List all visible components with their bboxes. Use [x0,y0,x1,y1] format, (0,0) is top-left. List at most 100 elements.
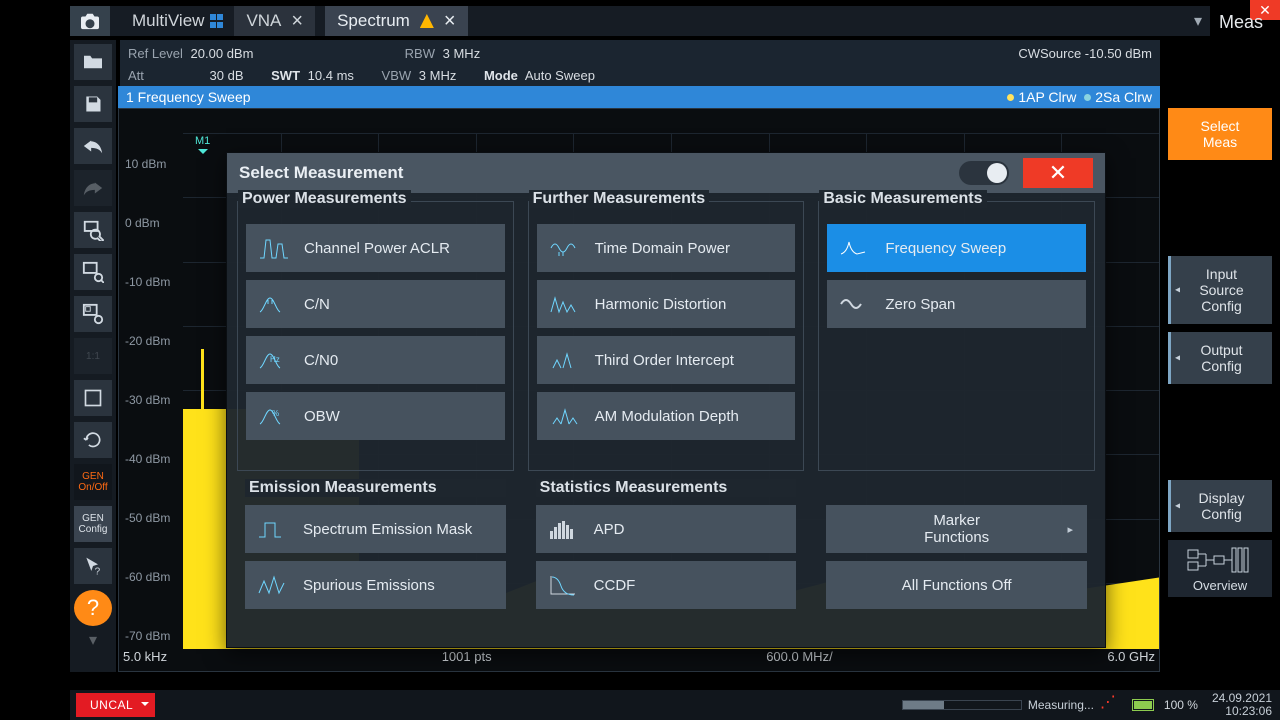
screenshot-button[interactable] [70,6,110,36]
display-config-button[interactable]: ◂Display Config [1168,480,1272,532]
item-ccdf[interactable]: CCDF [536,561,797,609]
trace1-label: 1AP Clrw [1018,89,1076,105]
tab-vna-label: VNA [246,11,281,31]
parameter-bar: Ref Level 20.00 dBm RBW 3 MHz Att 30 dB … [120,40,1160,86]
status-bar: UNCAL Measuring... ⋰ 100 % 24.09.202110:… [70,690,1280,720]
trace-legend: 1AP Clrw 2Sa Clrw [1007,89,1152,105]
item-spurious-emissions[interactable]: Spurious Emissions [245,561,506,609]
group-power-measurements: Power Measurements Channel Power ACLR C/… [237,201,514,471]
group-emission-title: Emission Measurements [245,479,506,497]
tab-spectrum[interactable]: Spectrum × [325,6,467,36]
multiview-grid-icon[interactable] [210,14,224,28]
uncal-indicator[interactable]: UNCAL [76,693,155,717]
mode-value[interactable]: Auto Sweep [525,68,595,83]
harm-icon [547,290,581,318]
mode-label: Mode [484,68,518,83]
item-harmonic-distortion[interactable]: Harmonic Distortion [537,280,796,328]
item-marker-functions[interactable]: Marker Functions▸ [826,505,1087,553]
dialog-pin-toggle[interactable] [959,161,1009,185]
x-stop: 6.0 GHz [1107,649,1155,667]
zoom-magnify-button[interactable] [74,212,112,248]
pointer-help-button[interactable]: ? [74,548,112,584]
select-meas-button[interactable]: Select Meas [1168,108,1272,160]
item-cn0[interactable]: HzC/N0 [246,336,505,384]
input-source-config-button[interactable]: ◂Input Source Config [1168,256,1272,324]
x-start: 5.0 kHz [123,649,167,667]
output-config-button[interactable]: ◂Output Config [1168,332,1272,384]
swt-label: SWT [271,68,300,83]
ref-level-value[interactable]: 20.00 dBm [191,46,254,61]
group-further-measurements: Further Measurements Time Domain Power H… [528,201,805,471]
gen-config-button[interactable]: GEN Config [74,506,112,542]
multiview-label[interactable]: MultiView [120,11,210,31]
zoom-1to1-button[interactable]: 1:1 [74,338,112,374]
group-stats-title: Statistics Measurements [536,479,797,497]
item-all-functions-off[interactable]: All Functions Off [826,561,1087,609]
measuring-progress [902,700,1022,710]
x-axis: 5.0 kHz 1001 pts 600.0 MHz/ 6.0 GHz [123,649,1155,667]
obw-icon: % [256,402,290,430]
warning-icon [420,14,434,28]
sem-icon [255,515,289,543]
item-frequency-sweep[interactable]: Frequency Sweep [827,224,1086,272]
overview-icon [1186,546,1254,574]
y-axis-ticks: 10 dBm0 dBm -10 dBm-20 dBm -30 dBm-40 dB… [125,157,181,643]
tab-vna[interactable]: VNA × [234,6,315,36]
marker-flag[interactable]: M1 [195,135,210,159]
submenu-arrow-icon: ▸ [1067,523,1073,536]
help-icon[interactable]: ? [74,590,112,626]
tab-spectrum-close-icon[interactable]: × [444,10,456,33]
group-further-title: Further Measurements [529,190,710,208]
rail-expand-icon[interactable]: ▾ [74,632,112,648]
overview-button[interactable]: Overview [1168,540,1272,597]
redo-button[interactable] [74,170,112,206]
vbw-value[interactable]: 3 MHz [419,68,457,83]
battery-icon [1132,699,1154,711]
swt-value[interactable]: 10.4 ms [308,68,354,83]
aclr-icon [256,234,290,262]
svg-text:Hz: Hz [270,355,280,364]
refresh-button[interactable] [74,422,112,458]
item-cn[interactable]: C/N [246,280,505,328]
cn-icon [256,290,290,318]
network-icon: ⋰ [1100,698,1118,712]
group-statistics-measurements: Statistics Measurements APD CCDF [528,479,805,639]
amdepth-icon [547,402,581,430]
tab-vna-close-icon[interactable]: × [291,10,303,33]
item-time-domain-power[interactable]: Time Domain Power [537,224,796,272]
zoom-multi-button[interactable] [74,296,112,332]
item-am-modulation-depth[interactable]: AM Modulation Depth [537,392,796,440]
battery-percent: 100 % [1164,698,1198,712]
item-obw[interactable]: %OBW [246,392,505,440]
dialog-close-button[interactable]: ✕ [1023,158,1093,188]
zoom-area-button[interactable] [74,254,112,290]
softkey-rail: Select Meas ◂Input Source Config ◂Output… [1168,108,1272,597]
item-third-order-intercept[interactable]: Third Order Intercept [537,336,796,384]
save-button[interactable] [74,86,112,122]
rbw-value[interactable]: 3 MHz [443,46,481,61]
item-spectrum-emission-mask[interactable]: Spectrum Emission Mask [245,505,506,553]
att-value[interactable]: 30 dB [210,68,244,83]
item-zero-span[interactable]: Zero Span [827,280,1086,328]
datetime: 24.09.202110:23:06 [1212,692,1272,718]
group-basic-title: Basic Measurements [819,190,986,208]
select-measurement-dialog: Select Measurement ✕ Power Measurements … [226,152,1106,648]
fullscreen-button[interactable] [74,380,112,416]
undo-button[interactable] [74,128,112,164]
vbw-label: VBW [382,68,412,83]
tab-overflow-caret-icon[interactable]: ▾ [1186,11,1210,31]
cn0-icon: Hz [256,346,290,374]
item-apd[interactable]: APD [536,505,797,553]
group-power-title: Power Measurements [238,190,411,208]
open-file-button[interactable] [74,44,112,80]
zspan-icon [837,290,871,318]
diagram-title: 1 Frequency Sweep [126,89,251,105]
fsweep-icon [837,234,871,262]
spur-icon [255,571,289,599]
gen-on-off-button[interactable]: GEN On/Off [74,464,112,500]
app-root: ✕ MultiView VNA × Spectrum × ▾ Meas Ref … [0,0,1280,720]
svg-text:%: % [272,409,279,418]
measuring-label: Measuring... [1028,698,1094,712]
item-channel-power-aclr[interactable]: Channel Power ACLR [246,224,505,272]
group-emission-measurements: Emission Measurements Spectrum Emission … [237,479,514,639]
